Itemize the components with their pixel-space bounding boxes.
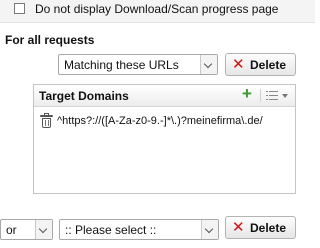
operator-select[interactable]: or <box>0 219 53 240</box>
condition-value: :: Please select :: <box>65 223 157 237</box>
progress-page-checkbox[interactable] <box>14 3 25 14</box>
panel-header: Target Domains + <box>34 84 295 107</box>
condition-select[interactable]: :: Please select :: <box>59 219 219 240</box>
domain-entry[interactable]: ^https?://([A-Za-z0-9.-]*\.)?meinefirma\… <box>57 115 263 127</box>
match-type-select[interactable]: Matching these URLs <box>58 54 218 75</box>
delete-condition-button[interactable]: ✕ Delete <box>225 53 296 76</box>
chevron-down-icon <box>201 220 218 239</box>
add-icon[interactable]: + <box>242 84 252 104</box>
delete-condition-button-2[interactable]: ✕ Delete <box>225 216 296 239</box>
delete-x-icon: ✕ <box>232 219 245 236</box>
panel-title: Target Domains <box>39 89 129 103</box>
progress-page-label: Do not display Download/Scan progress pa… <box>35 2 279 16</box>
delete-label: Delete <box>250 58 287 72</box>
match-type-value: Matching these URLs <box>64 58 179 72</box>
delete-x-icon: ✕ <box>232 56 245 73</box>
option-bar: Do not display Download/Scan progress pa… <box>0 0 315 23</box>
section-title: For all requests <box>5 33 95 47</box>
delete-label: Delete <box>250 221 287 235</box>
toolbar-divider <box>260 89 261 102</box>
chevron-down-icon <box>200 55 217 74</box>
dropdown-arrow-icon[interactable] <box>282 94 288 98</box>
list-view-icon[interactable] <box>266 90 278 101</box>
trash-icon[interactable] <box>40 113 53 128</box>
operator-value: or <box>6 223 17 237</box>
target-domains-panel: Target Domains + ^https?://([A-Za-z0-9.-… <box>33 84 296 194</box>
chevron-down-icon <box>35 220 52 239</box>
